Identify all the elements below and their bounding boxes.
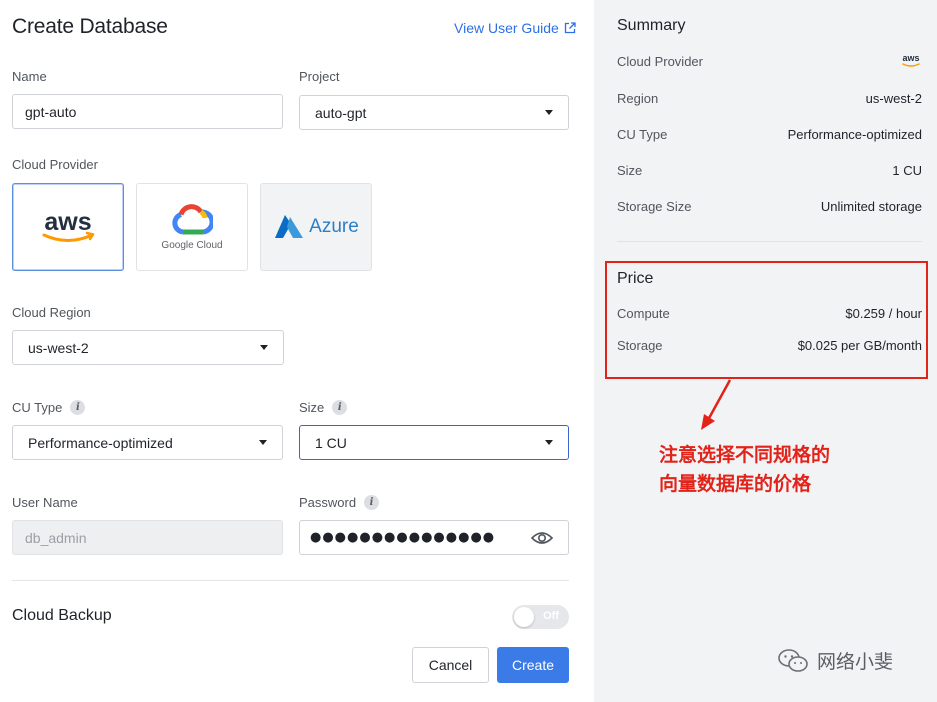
guide-link-label: View User Guide — [454, 20, 559, 36]
aws-logo-icon: aws — [42, 208, 95, 242]
summary-value: 1 CU — [892, 163, 922, 178]
user-name-label: User Name — [12, 495, 78, 510]
price-value: $0.259 / hour — [845, 306, 922, 321]
summary-divider — [617, 241, 922, 242]
name-input[interactable]: gpt-auto — [12, 94, 283, 129]
info-icon[interactable]: i — [332, 400, 348, 415]
summary-row: Cloud Provider aws — [617, 54, 922, 69]
provider-card-aws[interactable]: aws — [12, 183, 124, 271]
size-value: 1 CU — [315, 434, 347, 451]
summary-row: Storage Size Unlimited storage — [617, 199, 922, 214]
annotation-line: 注意选择不同规格的 — [659, 444, 831, 466]
chevron-down-icon — [260, 345, 268, 350]
info-icon[interactable]: i — [364, 495, 380, 510]
size-label-text: Size — [299, 400, 325, 415]
user-name-input: db_admin — [12, 520, 283, 555]
eye-icon[interactable] — [531, 530, 553, 546]
summary-key: CU Type — [617, 127, 668, 142]
summary-title: Summary — [617, 17, 686, 34]
svg-text:aws: aws — [902, 54, 919, 63]
external-link-icon — [564, 22, 576, 34]
google-cloud-logo-icon — [172, 203, 213, 234]
chevron-down-icon — [545, 110, 553, 115]
section-divider — [12, 580, 569, 581]
azure-label: Azure — [309, 216, 359, 237]
toggle-knob — [514, 607, 534, 627]
summary-panel: Summary Cloud Provider aws Region us-wes… — [594, 0, 937, 702]
summary-row: Size 1 CU — [617, 163, 922, 178]
view-user-guide-link[interactable]: View User Guide — [454, 20, 576, 36]
summary-value: us-west-2 — [865, 91, 922, 106]
svg-text:aws: aws — [44, 208, 91, 236]
password-label: Password i — [299, 495, 380, 510]
cloud-region-value: us-west-2 — [28, 339, 89, 356]
size-select[interactable]: 1 CU — [299, 425, 569, 460]
user-name-placeholder: db_admin — [25, 529, 87, 546]
cloud-backup-toggle[interactable]: Off — [512, 605, 569, 629]
price-row: Compute $0.259 / hour — [617, 306, 922, 321]
summary-row: CU Type Performance-optimized — [617, 127, 922, 142]
summary-row: Region us-west-2 — [617, 91, 922, 106]
cu-type-label: CU Type i — [12, 400, 86, 415]
project-select-value: auto-gpt — [315, 104, 367, 121]
cloud-region-label: Cloud Region — [12, 305, 91, 320]
toggle-state-label: Off — [543, 610, 559, 622]
annotation-arrow-icon — [701, 379, 732, 430]
price-key: Compute — [617, 306, 670, 321]
summary-key: Cloud Provider — [617, 54, 703, 69]
price-title: Price — [617, 270, 654, 287]
project-select[interactable]: auto-gpt — [299, 95, 569, 130]
annotation-line: 向量数据库的价格 — [659, 473, 812, 495]
cloud-region-select[interactable]: us-west-2 — [12, 330, 284, 365]
aws-logo-icon: aws — [902, 54, 920, 67]
page-title: Create Database — [12, 15, 168, 38]
google-cloud-label: Google Cloud — [161, 239, 223, 251]
cu-type-value: Performance-optimized — [28, 434, 173, 451]
annotation-text: 注意选择不同规格的 向量数据库的价格 — [659, 441, 830, 499]
watermark-text: 网络小斐 — [817, 651, 894, 673]
price-key: Storage — [617, 338, 663, 353]
cu-type-label-text: CU Type — [12, 400, 63, 415]
provider-card-azure[interactable]: Azure — [260, 183, 372, 271]
summary-value: Performance-optimized — [787, 127, 922, 142]
password-value: ●●●●●●●●●●●●●●● — [310, 530, 496, 545]
create-button[interactable]: Create — [497, 647, 569, 683]
chevron-down-icon — [545, 440, 553, 445]
cloud-backup-label: Cloud Backup — [12, 607, 112, 624]
azure-logo-icon — [275, 215, 304, 238]
summary-value: Unlimited storage — [820, 199, 922, 214]
summary-key: Region — [617, 91, 659, 106]
cloud-provider-label: Cloud Provider — [12, 157, 98, 172]
cancel-button[interactable]: Cancel — [412, 647, 489, 683]
provider-card-google-cloud[interactable]: Google Cloud — [136, 183, 248, 271]
password-input[interactable]: ●●●●●●●●●●●●●●● — [299, 520, 569, 555]
chevron-down-icon — [259, 440, 267, 445]
wechat-icon — [778, 648, 808, 672]
price-value: $0.025 per GB/month — [797, 338, 922, 353]
cu-type-select[interactable]: Performance-optimized — [12, 425, 283, 460]
price-row: Storage $0.025 per GB/month — [617, 338, 922, 353]
password-label-text: Password — [299, 495, 357, 510]
watermark: 网络小斐 — [777, 647, 893, 674]
summary-key: Storage Size — [617, 199, 692, 214]
name-label: Name — [12, 69, 47, 84]
size-label: Size i — [299, 400, 348, 415]
create-database-form: Create Database View User Guide Name gpt… — [0, 0, 594, 702]
project-label: Project — [299, 69, 340, 84]
name-input-value: gpt-auto — [25, 103, 77, 120]
info-icon[interactable]: i — [70, 400, 86, 415]
summary-key: Size — [617, 163, 643, 178]
